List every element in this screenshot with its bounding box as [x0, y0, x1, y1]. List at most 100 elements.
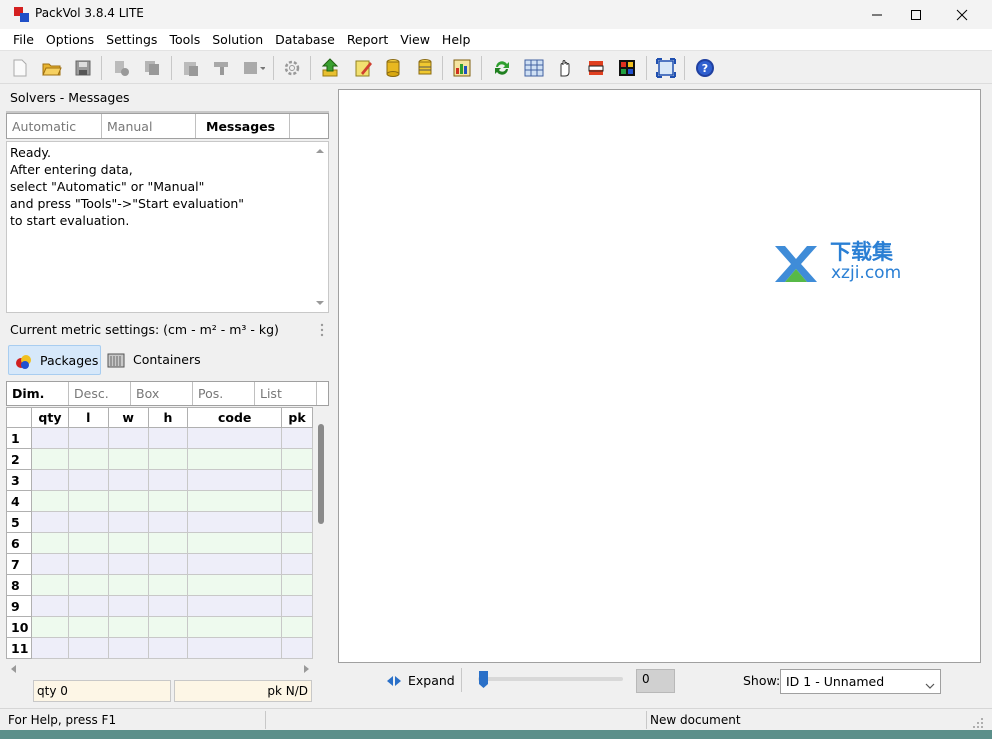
- new-document-icon[interactable]: [9, 57, 31, 79]
- save-icon[interactable]: [72, 57, 94, 79]
- edit-notepad-icon[interactable]: [352, 57, 374, 79]
- paste-icon[interactable]: [180, 57, 202, 79]
- grid-cell[interactable]: [30, 427, 69, 449]
- grid-cell[interactable]: [107, 427, 149, 449]
- grid-cell[interactable]: [281, 469, 313, 491]
- grid-cell[interactable]: [107, 511, 149, 533]
- menu-options[interactable]: Options: [40, 32, 100, 47]
- packages-button[interactable]: Packages: [8, 345, 101, 375]
- grid-cell[interactable]: [67, 448, 109, 470]
- cut-icon[interactable]: [111, 57, 133, 79]
- grid-cell[interactable]: [30, 490, 69, 512]
- grid-cell[interactable]: [187, 490, 283, 512]
- grid-cell[interactable]: [281, 490, 313, 512]
- tab-pos[interactable]: Pos.: [193, 382, 255, 405]
- grid-cell[interactable]: [187, 595, 283, 617]
- menu-tools[interactable]: Tools: [163, 32, 206, 47]
- copy-icon[interactable]: [141, 57, 163, 79]
- menu-view[interactable]: View: [394, 32, 436, 47]
- report-chart-icon[interactable]: [451, 57, 473, 79]
- menu-solution[interactable]: Solution: [206, 32, 269, 47]
- grid-cell[interactable]: [281, 448, 313, 470]
- grid-cell[interactable]: [67, 574, 109, 596]
- tab-list[interactable]: List: [255, 382, 317, 405]
- grid-cell[interactable]: [30, 595, 69, 617]
- grid-cell[interactable]: [281, 637, 313, 659]
- scroll-right-icon[interactable]: [302, 662, 310, 677]
- grid-cell[interactable]: [30, 532, 69, 554]
- menu-settings[interactable]: Settings: [100, 32, 163, 47]
- grid-cell[interactable]: [67, 553, 109, 575]
- refresh-icon[interactable]: [491, 57, 513, 79]
- grid-cell[interactable]: [67, 427, 109, 449]
- grid-cell[interactable]: [30, 553, 69, 575]
- tab-desc[interactable]: Desc.: [69, 382, 131, 405]
- print-dropdown-icon[interactable]: [243, 57, 265, 79]
- hand-pan-icon[interactable]: [554, 57, 576, 79]
- grid-cell[interactable]: [107, 574, 149, 596]
- grid-cell[interactable]: [67, 511, 109, 533]
- fit-view-icon[interactable]: [655, 57, 677, 79]
- load-up-arrow-icon[interactable]: [319, 57, 341, 79]
- grid-cell[interactable]: [187, 448, 283, 470]
- grid-cell[interactable]: [281, 511, 313, 533]
- column-header-h[interactable]: h: [147, 407, 189, 428]
- column-header-qty[interactable]: qty: [30, 407, 69, 428]
- grid-cell[interactable]: [281, 574, 313, 596]
- grid-cell[interactable]: [67, 490, 109, 512]
- grid-cell[interactable]: [187, 427, 283, 449]
- grid-cell[interactable]: [147, 448, 189, 470]
- grid-view-icon[interactable]: [523, 57, 545, 79]
- menu-database[interactable]: Database: [269, 32, 341, 47]
- grid-cell[interactable]: [67, 595, 109, 617]
- column-header-l[interactable]: l: [67, 407, 109, 428]
- grid-cell[interactable]: [107, 595, 149, 617]
- grid-cell[interactable]: [107, 469, 149, 491]
- grid-cell[interactable]: [30, 616, 69, 638]
- grid-cell[interactable]: [67, 532, 109, 554]
- maximize-button[interactable]: [893, 0, 939, 29]
- grid-cell[interactable]: [30, 448, 69, 470]
- grid-cell[interactable]: [187, 532, 283, 554]
- help-icon[interactable]: ?: [694, 57, 716, 79]
- grid-cell[interactable]: [107, 616, 149, 638]
- scroll-left-icon[interactable]: [10, 662, 18, 677]
- grid-cell[interactable]: [107, 448, 149, 470]
- grid-cell[interactable]: [187, 553, 283, 575]
- messages-scrollbar[interactable]: [312, 142, 328, 312]
- grid-cell[interactable]: [147, 553, 189, 575]
- grid-cell[interactable]: [187, 574, 283, 596]
- containers-label[interactable]: Containers: [133, 352, 201, 367]
- grid-cell[interactable]: [187, 616, 283, 638]
- expand-button[interactable]: Expand: [408, 673, 455, 688]
- menu-help[interactable]: Help: [436, 32, 477, 47]
- tab-messages[interactable]: Messages: [196, 114, 290, 138]
- grid-cell[interactable]: [281, 595, 313, 617]
- 3d-view-canvas[interactable]: 下载集 xzji.com: [338, 89, 981, 663]
- close-button[interactable]: [939, 0, 985, 29]
- grid-cell[interactable]: [147, 490, 189, 512]
- grid-cell[interactable]: [281, 616, 313, 638]
- split-red-icon[interactable]: [585, 57, 607, 79]
- containers-icon[interactable]: [107, 350, 127, 370]
- color-blocks-icon[interactable]: [616, 57, 638, 79]
- database-striped-icon[interactable]: [414, 57, 436, 79]
- grid-cell[interactable]: [187, 637, 283, 659]
- grip-icon[interactable]: [320, 322, 324, 338]
- stamp-icon[interactable]: [211, 57, 233, 79]
- grid-cell[interactable]: [107, 637, 149, 659]
- grid-cell[interactable]: [67, 469, 109, 491]
- grid-cell[interactable]: [147, 574, 189, 596]
- grid-cell[interactable]: [67, 616, 109, 638]
- grid-cell[interactable]: [281, 532, 313, 554]
- grid-cell[interactable]: [187, 469, 283, 491]
- menu-report[interactable]: Report: [341, 32, 394, 47]
- grid-cell[interactable]: [147, 469, 189, 491]
- grid-cell[interactable]: [147, 637, 189, 659]
- tab-automatic[interactable]: Automatic: [7, 114, 102, 138]
- expand-arrows-icon[interactable]: [386, 673, 402, 689]
- grid-cell[interactable]: [107, 490, 149, 512]
- grid-cell[interactable]: [30, 511, 69, 533]
- gear-icon[interactable]: [281, 57, 303, 79]
- tab-box[interactable]: Box: [131, 382, 193, 405]
